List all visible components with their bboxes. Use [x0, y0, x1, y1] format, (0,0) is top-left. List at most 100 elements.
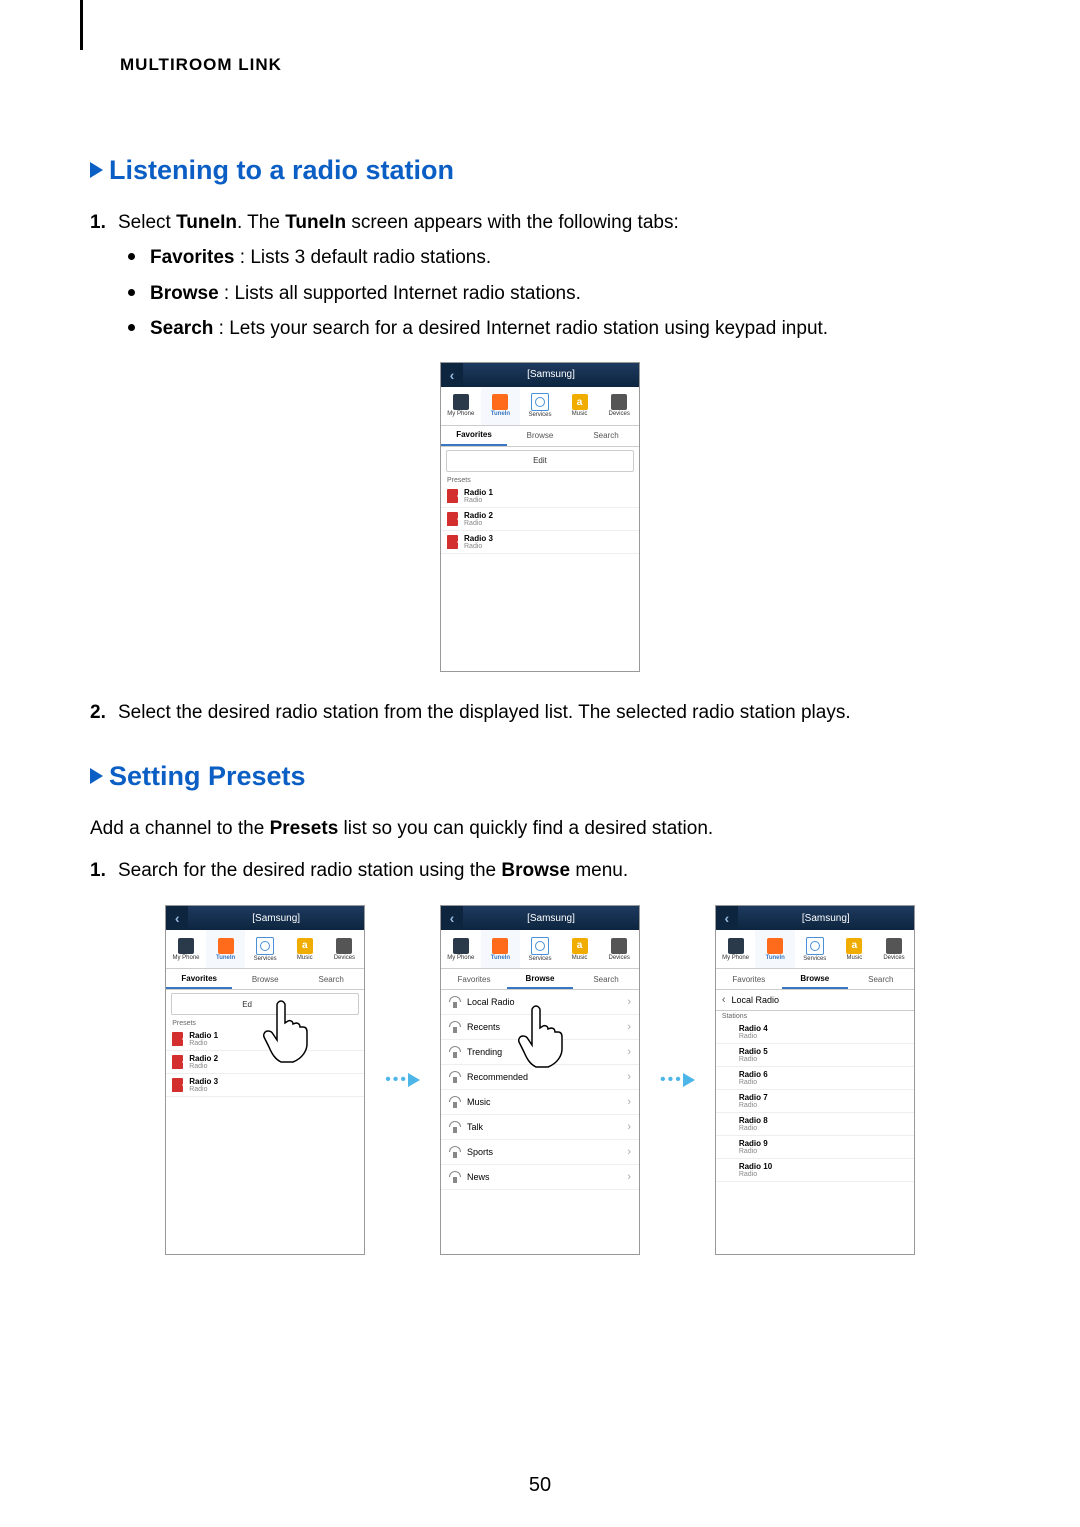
browse-music[interactable]: Music›: [441, 1090, 639, 1115]
nav-music[interactable]: Music: [285, 930, 325, 968]
globe-icon: [256, 937, 274, 955]
chevron-right-icon: ›: [627, 1096, 631, 1108]
nav-my-phone[interactable]: My Phone: [166, 930, 206, 968]
nav-tunein[interactable]: TuneIn: [481, 930, 521, 968]
station-row[interactable]: Radio 6Radio: [716, 1067, 914, 1090]
station-row[interactable]: Radio 9Radio: [716, 1136, 914, 1159]
presets-step1-text: Search for the desired radio station usi…: [118, 860, 628, 881]
lbl: Devices: [609, 411, 630, 417]
station-row[interactable]: Radio 1Radio: [166, 1028, 364, 1051]
back-icon[interactable]: ‹: [441, 906, 463, 930]
lbl: Devices: [334, 955, 355, 961]
nav-services[interactable]: Services: [520, 387, 560, 425]
browse-news[interactable]: News›: [441, 1165, 639, 1190]
station-sub: Radio: [464, 497, 493, 504]
t: Search for the desired radio station usi…: [118, 860, 501, 881]
back-icon[interactable]: ‹: [166, 906, 188, 930]
globe-icon: [531, 393, 549, 411]
nav-services[interactable]: Services: [520, 930, 560, 968]
tab-favorites[interactable]: Favorites: [716, 969, 782, 989]
app-title: [Samsung]: [188, 913, 364, 924]
station-sub: Radio: [739, 1125, 768, 1132]
lbl: TuneIn: [766, 955, 785, 961]
station-row[interactable]: Radio 7Radio: [716, 1090, 914, 1113]
nav-row: My Phone TuneIn Services Music Devices: [716, 930, 914, 969]
nav-my-phone[interactable]: My Phone: [441, 930, 481, 968]
antenna-icon: [449, 1146, 461, 1158]
nav-devices[interactable]: Devices: [599, 387, 639, 425]
chevron-right-icon: ›: [627, 1146, 631, 1158]
presets-step-1: 1. Search for the desired radio station …: [90, 856, 990, 885]
nav-devices[interactable]: Devices: [325, 930, 365, 968]
tab-search[interactable]: Search: [573, 969, 639, 989]
tabs-row: Favorites Browse Search: [166, 969, 364, 990]
nav-devices[interactable]: Devices: [874, 930, 914, 968]
lbl: Music: [572, 955, 588, 961]
antenna-icon: [449, 1096, 461, 1108]
nav-my-phone[interactable]: My Phone: [716, 930, 756, 968]
tab-browse[interactable]: Browse: [782, 969, 848, 989]
music-icon: [572, 938, 588, 954]
tab-search[interactable]: Search: [848, 969, 914, 989]
station-row[interactable]: Radio 10Radio: [716, 1159, 914, 1182]
nav-music[interactable]: Music: [835, 930, 875, 968]
flag-icon: [447, 512, 458, 526]
station-sub: Radio: [739, 1148, 768, 1155]
edit-button[interactable]: Edit: [446, 450, 634, 472]
station-row[interactable]: Radio 5Radio: [716, 1044, 914, 1067]
tab-favorites[interactable]: Favorites: [166, 969, 232, 989]
lbl: Devices: [883, 955, 904, 961]
station-row[interactable]: Radio 4Radio: [716, 1021, 914, 1044]
steps-list-1b: 2. Select the desired radio station from…: [90, 698, 990, 727]
station-row[interactable]: Radio 2Radio: [166, 1051, 364, 1074]
station-row[interactable]: Radio 8Radio: [716, 1113, 914, 1136]
station-row[interactable]: Radio 3Radio: [166, 1074, 364, 1097]
nav-tunein[interactable]: TuneIn: [206, 930, 246, 968]
station-row[interactable]: Radio 1Radio: [441, 485, 639, 508]
label: Recommended: [467, 1072, 528, 1082]
t: Browse: [501, 860, 570, 881]
triangle-icon: [90, 768, 103, 784]
tab-search[interactable]: Search: [298, 969, 364, 989]
edit-button[interactable]: Ed: [171, 993, 359, 1015]
app-screenshot-3: ‹[Samsung] My Phone TuneIn Services Musi…: [440, 905, 640, 1255]
nav-tunein[interactable]: TuneIn: [755, 930, 795, 968]
back-icon[interactable]: ‹: [716, 906, 738, 930]
station-row[interactable]: Radio 3Radio: [441, 531, 639, 554]
lbl: TuneIn: [491, 411, 510, 417]
nav-my-phone[interactable]: My Phone: [441, 387, 481, 425]
t: : Lists 3 default radio stations.: [234, 247, 491, 268]
browse-trending[interactable]: Trending›: [441, 1040, 639, 1065]
nav-music[interactable]: Music: [560, 930, 600, 968]
tab-browse[interactable]: Browse: [507, 426, 573, 446]
nav-tunein[interactable]: TuneIn: [481, 387, 521, 425]
arrow-separator: •••: [660, 905, 695, 1255]
station-name: Radio 7: [739, 1093, 768, 1102]
tunein-icon: [492, 394, 508, 410]
nav-services[interactable]: Services: [795, 930, 835, 968]
label: Recents: [467, 1022, 500, 1032]
lbl: Services: [528, 412, 551, 418]
nav-devices[interactable]: Devices: [599, 930, 639, 968]
local-radio-header[interactable]: ‹Local Radio: [716, 990, 914, 1011]
nav-services[interactable]: Services: [245, 930, 285, 968]
browse-local-radio[interactable]: Local Radio›: [441, 990, 639, 1015]
tunein-icon: [767, 938, 783, 954]
station-row[interactable]: Radio 2Radio: [441, 508, 639, 531]
browse-sports[interactable]: Sports›: [441, 1140, 639, 1165]
tab-favorites[interactable]: Favorites: [441, 426, 507, 446]
step-number: 1.: [90, 856, 106, 885]
browse-talk[interactable]: Talk›: [441, 1115, 639, 1140]
tab-search[interactable]: Search: [573, 426, 639, 446]
tab-browse[interactable]: Browse: [507, 969, 573, 989]
antenna-icon: [449, 1071, 461, 1083]
manual-page: MULTIROOM LINK Listening to a radio stat…: [0, 0, 1080, 1527]
browse-recents[interactable]: Recents›: [441, 1015, 639, 1040]
tab-browse[interactable]: Browse: [232, 969, 298, 989]
lbl: Music: [847, 955, 863, 961]
tab-favorites[interactable]: Favorites: [441, 969, 507, 989]
nav-music[interactable]: Music: [560, 387, 600, 425]
station-name: Radio 3: [464, 534, 493, 543]
back-icon[interactable]: ‹: [441, 363, 463, 387]
browse-recommended[interactable]: Recommended›: [441, 1065, 639, 1090]
